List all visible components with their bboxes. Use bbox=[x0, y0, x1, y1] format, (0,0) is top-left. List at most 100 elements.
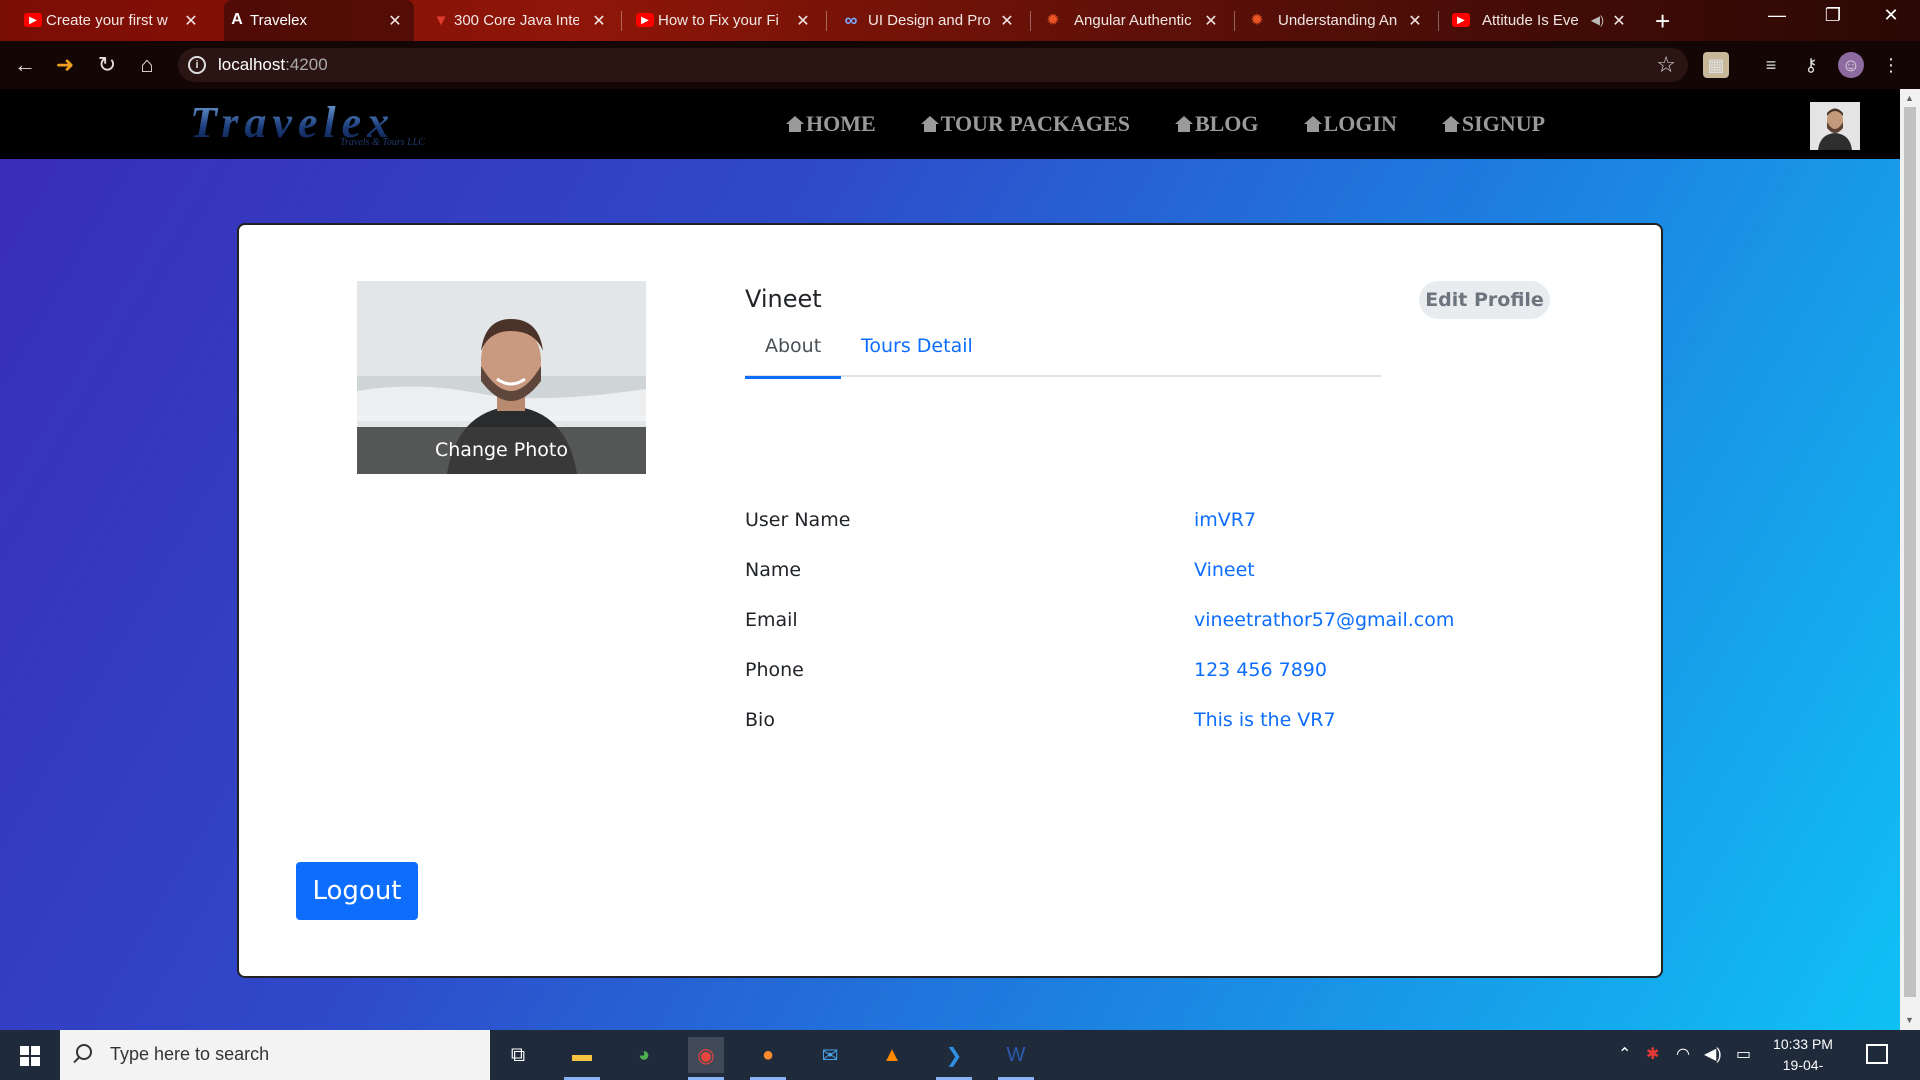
browser-tab[interactable]: ∞ UI Design and Pro ✕ bbox=[836, 0, 1026, 41]
speaker-icon[interactable]: ◀) bbox=[1591, 13, 1604, 27]
user-avatar[interactable] bbox=[1810, 102, 1860, 150]
url-port: :4200 bbox=[285, 55, 328, 74]
info-row-username: User Name imVR7 bbox=[745, 509, 1605, 539]
info-row-phone: Phone 123 456 7890 bbox=[745, 659, 1605, 689]
logout-button[interactable]: Logout bbox=[296, 862, 418, 920]
tray-chevron-icon[interactable]: ⌃ bbox=[1618, 1044, 1631, 1064]
tab-title: Understanding An bbox=[1278, 12, 1398, 29]
profile-avatar-icon[interactable]: ☺ bbox=[1838, 52, 1864, 78]
close-icon[interactable]: ✕ bbox=[1202, 11, 1220, 31]
nav-signup[interactable]: SIGNUP bbox=[1441, 111, 1545, 137]
windows-logo-icon bbox=[20, 1046, 40, 1066]
file-explorer-icon[interactable]: ▬ bbox=[564, 1037, 600, 1080]
back-icon[interactable]: ← bbox=[10, 50, 40, 80]
task-view-icon[interactable]: ⧉ bbox=[500, 1037, 536, 1073]
window-close-icon[interactable]: ✕ bbox=[1876, 5, 1906, 26]
minimize-icon[interactable]: — bbox=[1762, 5, 1792, 26]
browser-tab[interactable]: ✹ Angular Authentic ✕ bbox=[1040, 0, 1230, 41]
battery-icon[interactable]: ▭ bbox=[1736, 1044, 1751, 1064]
close-icon[interactable]: ✕ bbox=[182, 11, 200, 31]
page-scrollbar[interactable]: ▲ ▼ bbox=[1900, 89, 1920, 1030]
close-icon[interactable]: ✕ bbox=[1610, 11, 1628, 31]
v-logo-icon: ▼ bbox=[433, 11, 449, 29]
angular-a-icon: A bbox=[231, 11, 243, 28]
nav-home[interactable]: HOME bbox=[786, 111, 876, 137]
scroll-down-icon[interactable]: ▼ bbox=[1905, 1015, 1914, 1025]
windows-taskbar: Type here to search ⧉ ▬ ◕ ◉ ● ✉ ▲ ❯ W ⌃ … bbox=[0, 1030, 1920, 1080]
tab-separator bbox=[826, 11, 827, 31]
tab-separator bbox=[621, 11, 622, 31]
nav-tour-packages[interactable]: TOUR PACKAGES bbox=[920, 111, 1130, 137]
tab-title: UI Design and Pro bbox=[868, 12, 991, 29]
tab-tours-detail[interactable]: Tours Detail bbox=[841, 331, 993, 377]
bookmark-star-icon[interactable]: ☆ bbox=[1656, 52, 1676, 78]
tab-title: Attitude Is Eve bbox=[1482, 12, 1579, 29]
vlc-icon[interactable]: ▲ bbox=[874, 1037, 910, 1073]
nav-label: TOUR PACKAGES bbox=[940, 111, 1130, 136]
wifi-icon[interactable]: ◠ bbox=[1676, 1044, 1690, 1064]
browser-tab[interactable]: ✹ Understanding An ✕ bbox=[1244, 0, 1434, 41]
site-nav-links: HOME TOUR PACKAGES BLOG LOGIN SIGNUP bbox=[786, 111, 1590, 137]
mail-icon[interactable]: ✉ bbox=[812, 1037, 848, 1073]
home-icon bbox=[920, 116, 939, 132]
scrollbar-thumb[interactable] bbox=[1904, 107, 1916, 997]
close-icon[interactable]: ✕ bbox=[386, 11, 404, 31]
url-text[interactable]: localhost:4200 bbox=[218, 55, 328, 75]
nav-login[interactable]: LOGIN bbox=[1303, 111, 1397, 137]
tab-title: Create your first w bbox=[46, 12, 168, 29]
menu-dots-icon[interactable]: ⋮ bbox=[1878, 52, 1904, 78]
browser-tab[interactable]: ▶ Attitude Is Eve ◀) ✕ bbox=[1448, 0, 1638, 41]
browser-tab[interactable]: ▼ 300 Core Java Inte ✕ bbox=[428, 0, 618, 41]
close-icon[interactable]: ✕ bbox=[794, 11, 812, 31]
nav-blog[interactable]: BLOG bbox=[1174, 111, 1259, 137]
tab-about[interactable]: About bbox=[745, 331, 842, 379]
browser-tab[interactable]: ▶ Create your first w ✕ bbox=[20, 0, 210, 41]
field-label: Bio bbox=[745, 709, 775, 731]
field-label: Phone bbox=[745, 659, 804, 681]
close-icon[interactable]: ✕ bbox=[590, 11, 608, 31]
youtube-icon: ▶ bbox=[24, 13, 42, 27]
browser-tab[interactable]: ▶ How to Fix your Fi ✕ bbox=[632, 0, 822, 41]
key-icon[interactable]: ⚷ bbox=[1798, 52, 1824, 78]
edit-profile-button[interactable]: Edit Profile bbox=[1419, 281, 1550, 319]
field-label: Email bbox=[745, 609, 798, 631]
tray-app-icon[interactable]: ✱ bbox=[1646, 1044, 1659, 1064]
change-photo-button[interactable]: Change Photo bbox=[357, 427, 646, 474]
home-icon bbox=[786, 116, 804, 132]
auth0-icon: ✹ bbox=[1046, 12, 1060, 29]
vscode-icon[interactable]: ❯ bbox=[936, 1037, 972, 1080]
restore-icon[interactable]: ❐ bbox=[1818, 5, 1848, 26]
search-placeholder: Type here to search bbox=[110, 1044, 270, 1064]
volume-icon[interactable]: ◀) bbox=[1704, 1044, 1722, 1064]
home-icon[interactable]: ⌂ bbox=[132, 50, 162, 80]
clock-date: 19-04-2020 bbox=[1782, 1057, 1824, 1080]
start-button[interactable] bbox=[0, 1030, 60, 1080]
close-icon[interactable]: ✕ bbox=[998, 11, 1016, 31]
word-icon[interactable]: W bbox=[998, 1037, 1034, 1080]
notifications-icon[interactable] bbox=[1866, 1044, 1888, 1064]
browser-tab-strip: ▶ Create your first w ✕ A Travelex ✕ ▼ 3… bbox=[0, 0, 1920, 41]
info-icon[interactable]: i bbox=[188, 56, 206, 74]
browser-tab-active[interactable]: A Travelex ✕ bbox=[224, 0, 414, 41]
taskbar-clock[interactable]: 10:33 PM 19-04-2020 bbox=[1770, 1034, 1836, 1080]
address-bar[interactable]: i localhost:4200 ☆ bbox=[178, 48, 1688, 82]
field-value: This is the VR7 bbox=[1194, 709, 1336, 731]
profile-name-heading: Vineet bbox=[745, 285, 822, 313]
profile-photo[interactable]: Change Photo bbox=[357, 281, 646, 474]
youtube-icon: ▶ bbox=[636, 13, 654, 27]
reload-icon[interactable]: ↻ bbox=[92, 50, 122, 80]
scroll-up-icon[interactable]: ▲ bbox=[1905, 93, 1914, 103]
site-logo[interactable]: Travelex Travels & Tours LLC bbox=[190, 101, 530, 149]
info-row-email: Email vineetrathor57@gmail.com bbox=[745, 609, 1605, 639]
new-tab-icon[interactable]: + bbox=[1655, 6, 1670, 37]
chrome-icon[interactable]: ◉ bbox=[688, 1037, 724, 1080]
firefox-icon[interactable]: ● bbox=[750, 1037, 786, 1080]
tab-title: How to Fix your Fi bbox=[658, 12, 779, 29]
media-queue-icon[interactable]: ≡ bbox=[1758, 52, 1784, 78]
forward-icon[interactable]: ➜ bbox=[50, 50, 80, 80]
edge-icon[interactable]: ◕ bbox=[626, 1037, 662, 1073]
url-host: localhost bbox=[218, 55, 286, 74]
extension-icon[interactable]: ▦ bbox=[1703, 52, 1729, 78]
close-icon[interactable]: ✕ bbox=[1406, 11, 1424, 31]
taskbar-search[interactable]: Type here to search bbox=[60, 1030, 490, 1080]
